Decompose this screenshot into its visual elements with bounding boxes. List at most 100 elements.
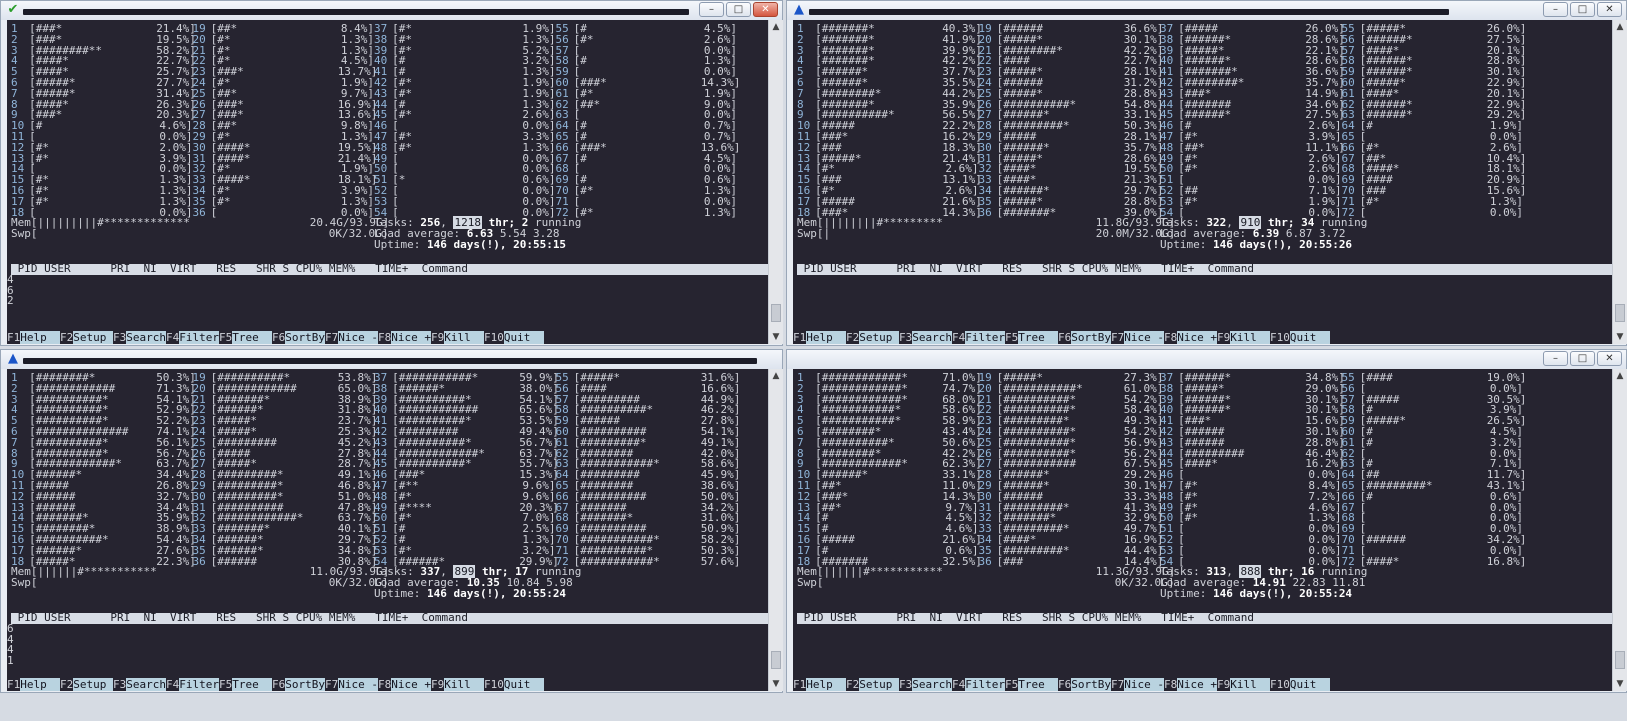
fkey-f2[interactable]: F2Setup bbox=[846, 678, 899, 691]
scroll-thumb[interactable] bbox=[771, 651, 781, 669]
fkey-f10[interactable]: F10Quit bbox=[484, 678, 544, 691]
vertical-scrollbar[interactable]: ▲ ▼ bbox=[768, 369, 783, 691]
fkey-f3[interactable]: F3Search bbox=[113, 678, 166, 691]
cpu-percent: 57.6%] bbox=[700, 554, 741, 568]
scroll-up-arrow-icon[interactable]: ▲ bbox=[769, 20, 783, 34]
fkey-f10[interactable]: F10Quit bbox=[1270, 678, 1330, 691]
scroll-up-arrow-icon[interactable]: ▲ bbox=[1613, 20, 1627, 34]
title-bar[interactable]: ✔ – □ ✕ bbox=[1, 1, 782, 20]
fkey-key: F9 bbox=[1217, 678, 1231, 691]
fkey-f6[interactable]: F6SortBy bbox=[1058, 678, 1111, 691]
minimize-button[interactable]: – bbox=[1543, 2, 1568, 17]
fkey-f8[interactable]: F8Nice + bbox=[1164, 678, 1217, 691]
minimize-button[interactable]: – bbox=[1543, 351, 1568, 366]
fkey-key: F8 bbox=[378, 678, 392, 691]
scroll-up-arrow-icon[interactable]: ▲ bbox=[1613, 369, 1627, 383]
fkey-f9[interactable]: F9Kill bbox=[431, 331, 484, 344]
fkey-f1[interactable]: F1Help bbox=[793, 331, 846, 344]
cpu-number: 36 bbox=[978, 205, 992, 219]
fkey-label: Kill bbox=[1230, 331, 1270, 344]
fkey-f2[interactable]: F2Setup bbox=[60, 678, 113, 691]
fkey-f5[interactable]: F5Tree bbox=[219, 678, 272, 691]
cpu-meter-72: 72 [###########* 57.6%] bbox=[556, 554, 741, 568]
scroll-thumb[interactable] bbox=[771, 304, 781, 322]
window-controls: – □ ✕ bbox=[1543, 351, 1622, 366]
minimize-button[interactable]: – bbox=[699, 2, 724, 17]
fkey-key: F5 bbox=[219, 678, 233, 691]
fkey-f6[interactable]: F6SortBy bbox=[272, 331, 325, 344]
vertical-scrollbar[interactable]: ▲ ▼ bbox=[1612, 20, 1627, 344]
fkey-f1[interactable]: F1Help bbox=[7, 678, 60, 691]
close-button[interactable]: ✕ bbox=[753, 2, 778, 17]
cpu-usage-bar: [ bbox=[1359, 500, 1367, 514]
fkey-f1[interactable]: F1Help bbox=[793, 678, 846, 691]
fkey-f5[interactable]: F5Tree bbox=[219, 331, 272, 344]
uptime-value: 146 days(!), 20:55:26 bbox=[1212, 238, 1353, 251]
fkey-f3[interactable]: F3Search bbox=[899, 678, 952, 691]
fkey-f3[interactable]: F3Search bbox=[899, 331, 952, 344]
cpu-usage-bar: [#* bbox=[1178, 511, 1199, 525]
fkey-f6[interactable]: F6SortBy bbox=[272, 678, 325, 691]
maximize-button[interactable]: □ bbox=[1570, 351, 1595, 366]
fkey-label: SortBy bbox=[285, 678, 325, 691]
fkey-f2[interactable]: F2Setup bbox=[60, 331, 113, 344]
terminal-content[interactable]: 1 [###* 21.4%] 2 [###* 19.5%] 3 [########** 58.2… bbox=[7, 20, 768, 344]
scroll-thumb[interactable] bbox=[1615, 651, 1625, 669]
process-row-fragment: 2 bbox=[7, 294, 14, 308]
scroll-thumb[interactable] bbox=[1615, 304, 1625, 322]
fkey-f8[interactable]: F8Nice + bbox=[1164, 331, 1217, 344]
warning-icon: ▲ bbox=[8, 351, 18, 366]
title-bar[interactable]: ▲ bbox=[1, 350, 782, 369]
uptime-prefix: Uptime: bbox=[1160, 238, 1213, 251]
scroll-down-arrow-icon[interactable]: ▼ bbox=[769, 330, 783, 344]
close-button[interactable]: ✕ bbox=[1597, 351, 1622, 366]
scroll-down-arrow-icon[interactable]: ▼ bbox=[1613, 677, 1627, 691]
close-button[interactable]: ✕ bbox=[1597, 2, 1622, 17]
maximize-button[interactable]: □ bbox=[1570, 2, 1595, 17]
fkey-key: F10 bbox=[484, 678, 504, 691]
fkey-f10[interactable]: F10Quit bbox=[484, 331, 544, 344]
fkey-label: Help bbox=[806, 331, 846, 344]
vertical-scrollbar[interactable]: ▲ ▼ bbox=[1612, 369, 1627, 691]
fkey-f5[interactable]: F5Tree bbox=[1005, 678, 1058, 691]
fkey-f4[interactable]: F4Filter bbox=[166, 678, 219, 691]
terminal-content[interactable]: 1 [########* 50.3%] 2 [############ 71.3%] 3 [#… bbox=[7, 369, 768, 691]
fkey-f3[interactable]: F3Search bbox=[113, 331, 166, 344]
scroll-down-arrow-icon[interactable]: ▼ bbox=[769, 677, 783, 691]
window-controls: – □ ✕ bbox=[699, 2, 778, 17]
terminal-content[interactable]: 1 [############* 71.0%] 2 [############* 74.7… bbox=[793, 369, 1612, 691]
scroll-up-arrow-icon[interactable]: ▲ bbox=[769, 369, 783, 383]
fkey-f1[interactable]: F1Help bbox=[7, 331, 60, 344]
cpu-usage-bar: [##* bbox=[815, 500, 842, 514]
fkey-label: Help bbox=[20, 678, 60, 691]
fkey-f7[interactable]: F7Nice - bbox=[325, 678, 378, 691]
process-table-header: PID USER PRI NI VIRT RES SHR S CPU% MEM%… bbox=[11, 612, 768, 624]
title-bar[interactable]: ▲ – □ ✕ bbox=[787, 1, 1626, 20]
fkey-f6[interactable]: F6SortBy bbox=[1058, 331, 1111, 344]
fkey-f7[interactable]: F7Nice - bbox=[1111, 678, 1164, 691]
cpu-usage-bar: [###* bbox=[573, 140, 607, 154]
fkey-f10[interactable]: F10Quit bbox=[1270, 331, 1330, 344]
fkey-f4[interactable]: F4Filter bbox=[952, 331, 1005, 344]
fkey-f9[interactable]: F9Kill bbox=[431, 678, 484, 691]
title-bar[interactable]: – □ ✕ bbox=[787, 350, 1626, 369]
scroll-down-arrow-icon[interactable]: ▼ bbox=[1613, 330, 1627, 344]
fkey-f8[interactable]: F8Nice + bbox=[378, 331, 431, 344]
fkey-f4[interactable]: F4Filter bbox=[166, 331, 219, 344]
fkey-label: Help bbox=[20, 331, 60, 344]
fkey-f4[interactable]: F4Filter bbox=[952, 678, 1005, 691]
fkey-key: F6 bbox=[272, 678, 286, 691]
fkey-key: F1 bbox=[793, 678, 807, 691]
terminal-content[interactable]: 1 [#######* 40.3%] 2 [#######* 41.9%] 3 [######… bbox=[793, 20, 1612, 344]
fkey-f7[interactable]: F7Nice - bbox=[325, 331, 378, 344]
maximize-button[interactable]: □ bbox=[726, 2, 751, 17]
fkey-key: F4 bbox=[952, 678, 966, 691]
fkey-f9[interactable]: F9Kill bbox=[1217, 331, 1270, 344]
fkey-f5[interactable]: F5Tree bbox=[1005, 331, 1058, 344]
fkey-f9[interactable]: F9Kill bbox=[1217, 678, 1270, 691]
fkey-f7[interactable]: F7Nice - bbox=[1111, 331, 1164, 344]
fkey-f2[interactable]: F2Setup bbox=[846, 331, 899, 344]
vertical-scrollbar[interactable]: ▲ ▼ bbox=[768, 20, 783, 344]
cpu-usage-bar: [# bbox=[29, 119, 43, 133]
fkey-f8[interactable]: F8Nice + bbox=[378, 678, 431, 691]
